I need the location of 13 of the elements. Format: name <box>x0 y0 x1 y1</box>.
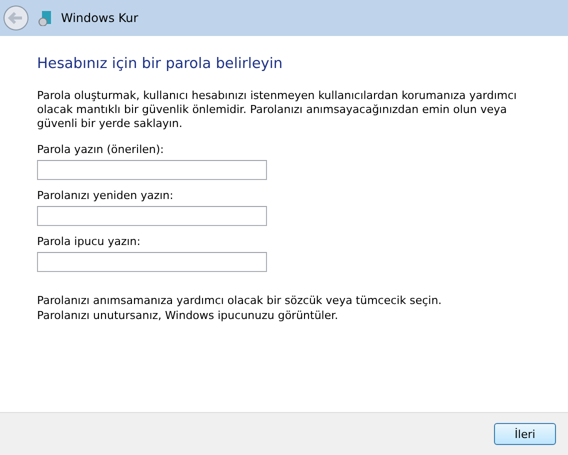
hint-text: Parolanızı anımsamanıza yardımcı olacak bir sözcük veya tümcecik seçin. <box>37 293 442 308</box>
window-title: Windows Kur <box>61 11 138 25</box>
description-text: Parola oluşturmak, kullanıcı hesabınızı istenmeyen kullanıcılardan korumanıza yardımcı olacak mantıklı bir güvenlik önlemidir. Parolanızı anımsayacağınızdan emin olun veya güvenli bir yerde saklayın. <box>37 89 518 131</box>
next-button[interactable]: İleri <box>494 423 556 445</box>
page-heading: Hesabınız için bir parola belirleyin <box>37 56 283 72</box>
field-label: Parolanızı yeniden yazın: <box>37 189 174 202</box>
field-label: Parola yazın (önerilen): <box>37 143 164 156</box>
hint-text: Parolanızı unutursanız, Windows ipucunuzu görüntüler. <box>37 308 338 323</box>
input-field[interactable] <box>37 206 267 226</box>
setup-icon <box>38 10 52 26</box>
input-field[interactable] <box>37 160 267 180</box>
input-field[interactable] <box>37 252 267 272</box>
field-label: Parola ipucu yazın: <box>37 235 140 248</box>
